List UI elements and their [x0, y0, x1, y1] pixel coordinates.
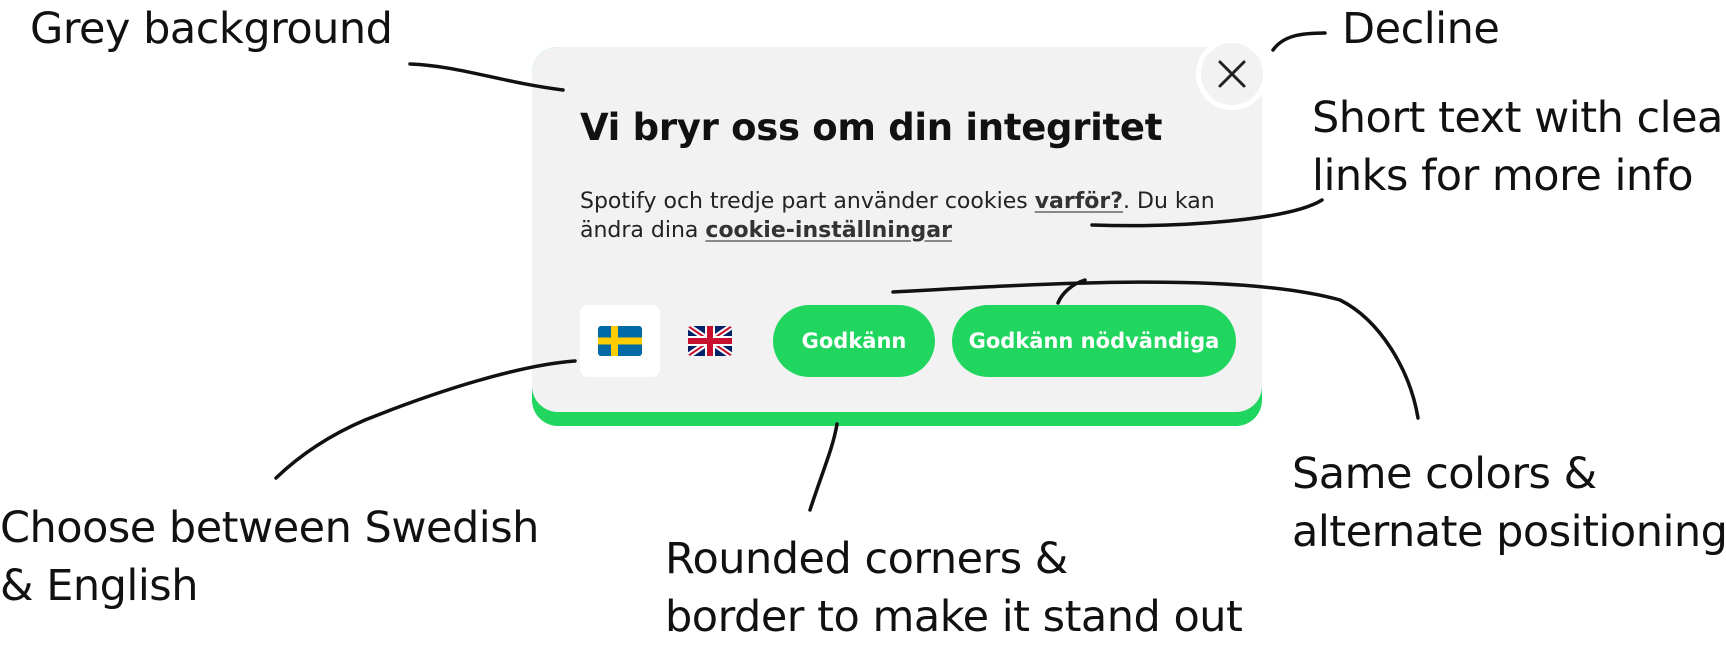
annotation-rounded: Rounded corners & border to make it stan… — [665, 530, 1243, 646]
why-link[interactable]: varför? — [1035, 189, 1123, 214]
accept-button[interactable]: Godkänn — [773, 305, 935, 377]
annotation-language-line1: Choose between Swedish — [0, 503, 539, 553]
close-icon — [1218, 60, 1246, 88]
swedish-flag-icon — [598, 326, 642, 356]
uk-flag-icon — [688, 326, 732, 356]
accept-necessary-button[interactable]: Godkänn nödvändiga — [952, 305, 1236, 377]
banner-title: Vi bryr oss om din integritet — [580, 106, 1163, 149]
connector-language — [274, 359, 577, 480]
annotation-same-colors-line2: alternate positioning — [1292, 507, 1726, 557]
annotation-rounded-line1: Rounded corners & — [665, 534, 1068, 584]
annotation-short-text-line1: Short text with clear — [1312, 93, 1726, 143]
connector-rounded — [808, 422, 839, 512]
annotation-language-line2: & English — [0, 561, 198, 611]
language-option-swedish[interactable] — [580, 305, 660, 377]
annotation-same-colors: Same colors & alternate positioning — [1292, 445, 1726, 561]
banner-text-part1: Spotify och tredje part använder cookies — [580, 189, 1035, 214]
annotation-language: Choose between Swedish & English — [0, 499, 539, 615]
connector-decline — [1271, 31, 1327, 52]
annotation-short-text: Short text with clear links for more inf… — [1312, 89, 1726, 205]
annotation-same-colors-line1: Same colors & — [1292, 449, 1597, 499]
annotation-decline: Decline — [1342, 4, 1500, 54]
annotation-grey-background: Grey background — [30, 4, 393, 54]
cookie-settings-link[interactable]: cookie-inställningar — [705, 218, 952, 243]
annotation-rounded-line2: border to make it stand out — [665, 592, 1243, 642]
language-option-english[interactable] — [670, 305, 750, 377]
annotation-short-text-line2: links for more info — [1312, 151, 1694, 201]
banner-body-text: Spotify och tredje part använder cookies… — [580, 187, 1220, 245]
decline-close-button[interactable] — [1196, 38, 1268, 110]
